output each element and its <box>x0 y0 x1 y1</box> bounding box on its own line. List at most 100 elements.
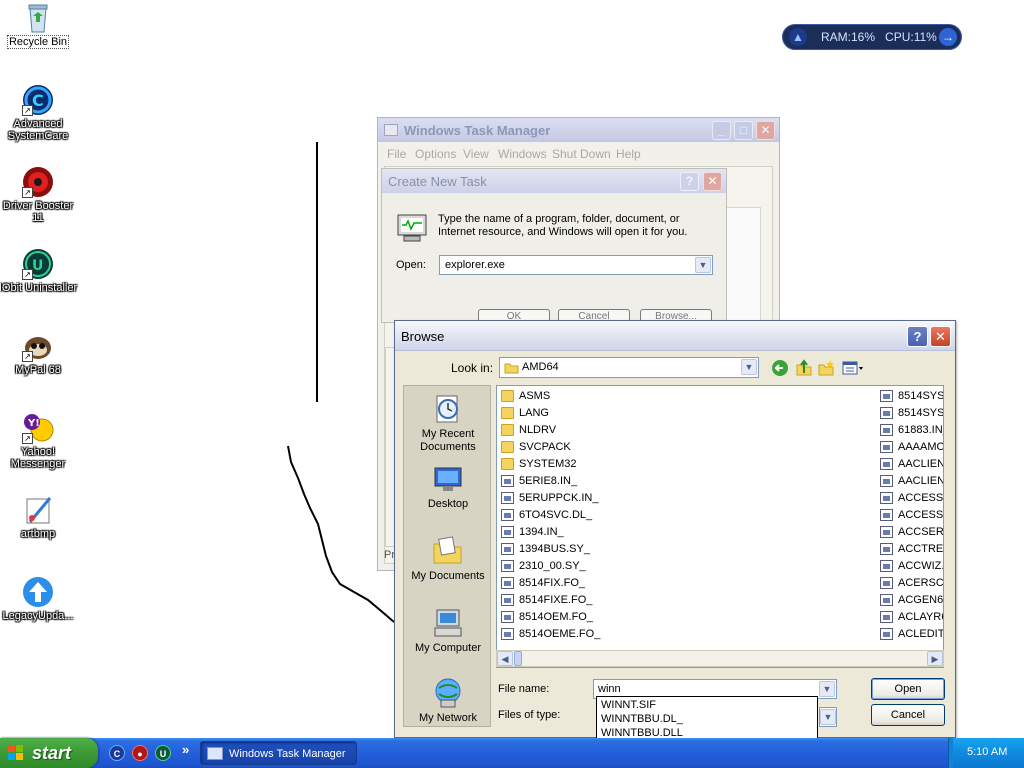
file-list-item[interactable]: 8514OEM.FO_ <box>501 609 871 626</box>
place-my-documents[interactable]: My Documents <box>404 534 492 583</box>
place-my-network[interactable]: My Network <box>404 676 492 725</box>
ram-cpu-widget[interactable]: ▲ RAM:16% CPU:11% → <box>782 24 962 50</box>
file-list-item[interactable]: ACCSERV. <box>880 524 943 541</box>
file-list-item[interactable]: AAAAMON <box>880 439 943 456</box>
cancel-button[interactable]: Cancel <box>871 704 945 726</box>
system-file-icon <box>880 628 893 640</box>
place-my-computer[interactable]: My Computer <box>404 606 492 655</box>
title-bar[interactable]: Create New Task ? ✕ <box>382 169 726 193</box>
chevron-down-icon[interactable]: ▼ <box>820 709 836 725</box>
close-button[interactable]: ✕ <box>930 326 951 347</box>
chevron-down-icon[interactable]: ▼ <box>695 257 711 273</box>
menu-shut-down[interactable]: Shut Down <box>552 147 611 161</box>
menu-windows[interactable]: Windows <box>498 147 547 161</box>
task-manager-icon <box>207 747 223 760</box>
start-button[interactable]: start <box>0 738 98 768</box>
open-combobox[interactable]: ▼ <box>439 255 713 275</box>
autocomplete-item[interactable]: WINNTBBU.DL_ <box>601 713 683 726</box>
file-list-item[interactable]: 8514OEME.FO_ <box>501 626 871 643</box>
desktop-icon-mypal[interactable]: ↗ MyPal 68 <box>0 330 78 376</box>
file-list-item[interactable]: 8514SYS.F <box>880 388 943 405</box>
desktop-icon-iobit-uninstaller[interactable]: U ↗ IObit Uninstaller <box>0 248 78 294</box>
open-button[interactable]: Open <box>871 678 945 700</box>
menu-options[interactable]: Options <box>415 147 456 161</box>
file-list[interactable]: ASMS LANG NLDRV SVCPACK SYSTEM32 5ERIE8.IN_ 5E… <box>496 385 944 668</box>
create-new-task-dialog: Create New Task ? ✕ Type the name of a p… <box>381 168 727 323</box>
autocomplete-item[interactable]: WINNT.SIF <box>601 699 656 712</box>
chevron-down-icon[interactable]: ▼ <box>819 681 835 697</box>
scroll-right-icon[interactable]: ▶ <box>927 651 943 666</box>
file-list-item[interactable]: ASMS <box>501 388 871 405</box>
quicklaunch-advanced-systemcare-icon[interactable]: C <box>109 745 125 761</box>
file-name: 6TO4SVC.DL_ <box>519 509 593 521</box>
rocket-icon: ▲ <box>789 28 807 46</box>
system-file-icon <box>501 594 514 606</box>
back-icon[interactable] <box>771 359 789 377</box>
place-my-recent-documents[interactable]: My Recent Documents <box>404 392 492 454</box>
menu-help[interactable]: Help <box>616 147 641 161</box>
desktop-icon-legacy-update[interactable]: LegacyUpda... <box>0 576 78 622</box>
close-button[interactable]: ✕ <box>756 121 775 140</box>
file-list-item[interactable]: 1394.IN_ <box>501 524 871 541</box>
desktop-icon-label: artbmp <box>20 528 56 540</box>
desktop-icon-recycle-bin[interactable]: Recycle Bin <box>0 2 78 49</box>
menu-file[interactable]: File <box>387 147 406 161</box>
files-of-type-dropdown[interactable]: ▼ <box>819 707 837 727</box>
chevron-down-icon[interactable]: ▼ <box>741 359 757 375</box>
file-list-item[interactable]: ACERSCAI <box>880 575 943 592</box>
title-bar[interactable]: Windows Task Manager _ □ ✕ <box>378 118 779 142</box>
file-list-item[interactable]: ACCESSOI <box>880 507 943 524</box>
clock[interactable]: 5:10 AM <box>967 746 1007 758</box>
open-input[interactable] <box>443 258 693 272</box>
file-list-item[interactable]: ACCWIZ.E <box>880 558 943 575</box>
help-button[interactable]: ? <box>680 172 699 191</box>
quicklaunch-chevron[interactable]: » <box>182 742 189 757</box>
desktop-icon-artbmp[interactable]: artbmp <box>0 494 78 540</box>
file-list-item[interactable]: ACCESS.C <box>880 490 943 507</box>
file-list-item[interactable]: 1394BUS.SY_ <box>501 541 871 558</box>
file-list-item[interactable]: 2310_00.SY_ <box>501 558 871 575</box>
file-list-item[interactable]: 8514FIXE.FO_ <box>501 592 871 609</box>
help-button[interactable]: ? <box>907 326 928 347</box>
file-list-item[interactable]: SYSTEM32 <box>501 456 871 473</box>
file-list-item[interactable]: ACCTRES. <box>880 541 943 558</box>
new-folder-icon[interactable] <box>817 359 835 377</box>
file-name-input[interactable] <box>596 682 816 696</box>
quicklaunch-driver-booster-icon[interactable]: ● <box>132 745 148 761</box>
file-list-item[interactable]: 5ERIE8.IN_ <box>501 473 871 490</box>
system-file-icon <box>501 509 514 521</box>
desktop-icon-advanced-systemcare[interactable]: C ↗ Advanced SystemCare <box>0 84 78 142</box>
desktop-icon-driver-booster[interactable]: ↗ Driver Booster 11 <box>0 166 78 224</box>
horizontal-scrollbar[interactable]: ◀ ▶ <box>496 650 944 667</box>
file-list-item[interactable]: LANG <box>501 405 871 422</box>
file-list-item[interactable]: ACGEN64. <box>880 592 943 609</box>
look-in-combobox[interactable]: AMD64 ▼ <box>499 357 759 378</box>
close-button[interactable]: ✕ <box>703 172 722 191</box>
maximize-button[interactable]: □ <box>734 121 753 140</box>
file-name: SYSTEM32 <box>519 458 577 470</box>
view-menu-icon[interactable] <box>841 359 865 377</box>
file-list-item[interactable]: AACLIENT <box>880 473 943 490</box>
file-list-item[interactable]: 61883.IN_ <box>880 422 943 439</box>
place-desktop[interactable]: Desktop <box>404 462 492 511</box>
file-list-item[interactable]: 6TO4SVC.DL_ <box>501 507 871 524</box>
file-list-item[interactable]: NLDRV <box>501 422 871 439</box>
file-list-item[interactable]: ACLAYR64 <box>880 609 943 626</box>
quicklaunch-iobit-uninstaller-icon[interactable]: U <box>155 745 171 761</box>
desktop-icon-yahoo-messenger[interactable]: Y! ↗ Yahoo! Messenger <box>0 412 78 470</box>
file-name: ACCWIZ.E <box>898 560 943 572</box>
file-list-item[interactable]: ACLEDIT.D <box>880 626 943 643</box>
arrow-right-icon[interactable]: → <box>939 28 957 46</box>
minimize-button[interactable]: _ <box>712 121 731 140</box>
file-list-item[interactable]: 8514SYSE <box>880 405 943 422</box>
file-list-item[interactable]: SVCPACK <box>501 439 871 456</box>
scroll-thumb[interactable] <box>514 651 522 666</box>
up-folder-icon[interactable] <box>795 359 813 377</box>
taskbar-item-task-manager[interactable]: Windows Task Manager <box>200 741 357 765</box>
file-list-item[interactable]: 8514FIX.FO_ <box>501 575 871 592</box>
file-list-item[interactable]: 5ERUPPCK.IN_ <box>501 490 871 507</box>
menu-view[interactable]: View <box>463 147 489 161</box>
file-list-item[interactable]: AACLIENT <box>880 456 943 473</box>
scroll-left-icon[interactable]: ◀ <box>497 651 513 666</box>
title-bar[interactable]: Browse ? ✕ <box>395 321 955 351</box>
